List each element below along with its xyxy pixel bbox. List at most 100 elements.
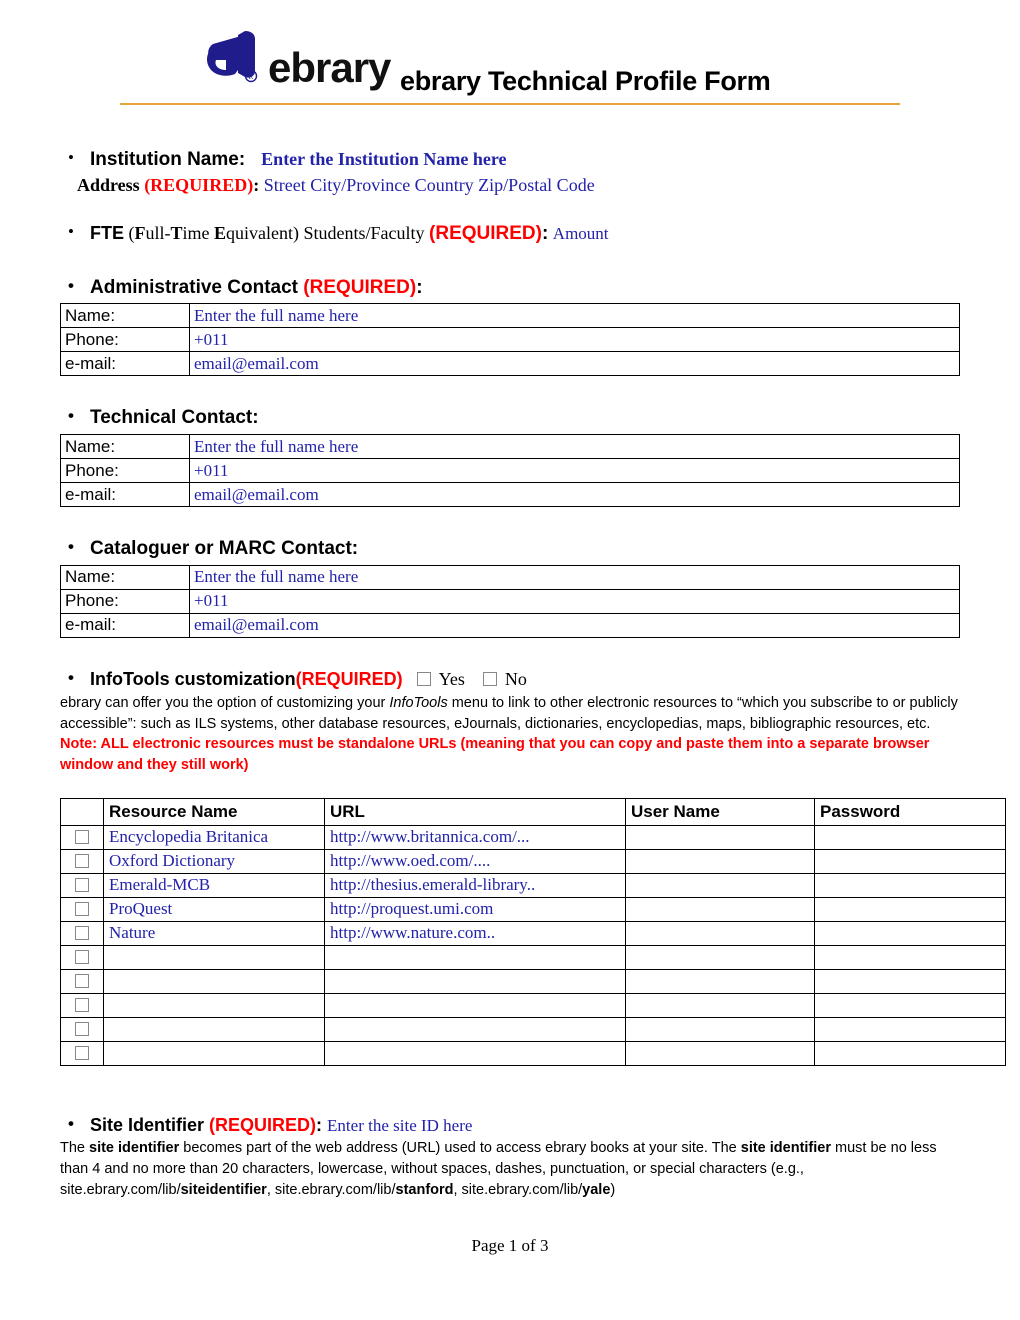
cataloguer-phone-value[interactable]: +011 bbox=[189, 588, 960, 614]
site-body-b2: site identifier bbox=[740, 1140, 831, 1157]
resource-row-checkbox[interactable] bbox=[75, 830, 89, 845]
table-row bbox=[60, 944, 1006, 970]
cataloguer-phone-label: Phone: bbox=[60, 588, 190, 614]
resource-password-cell[interactable] bbox=[814, 872, 1006, 898]
resource-row-checkbox[interactable] bbox=[75, 1046, 89, 1061]
resource-url-cell[interactable]: http://proquest.umi.com bbox=[324, 896, 626, 922]
resource-user-cell[interactable] bbox=[625, 968, 815, 994]
admin-phone-value[interactable]: +011 bbox=[189, 327, 960, 353]
resource-name-cell[interactable] bbox=[103, 992, 325, 1018]
resource-row-checkbox[interactable] bbox=[75, 854, 89, 869]
infotools-no-checkbox[interactable] bbox=[482, 672, 497, 686]
address-value[interactable]: Street City/Province Country Zip/Postal … bbox=[264, 175, 595, 195]
resource-url-cell[interactable]: http://www.nature.com.. bbox=[324, 920, 626, 946]
technical-name-label: Name: bbox=[60, 434, 190, 459]
admin-name-value[interactable]: Enter the full name here bbox=[189, 303, 960, 329]
technical-email-value[interactable]: email@email.com bbox=[189, 482, 960, 507]
table-row: Name: Enter the full name here bbox=[60, 434, 960, 459]
admin-phone-label: Phone: bbox=[60, 327, 190, 353]
resource-name-cell[interactable] bbox=[103, 968, 325, 994]
institution-name-value[interactable]: Enter the Institution Name here bbox=[261, 149, 506, 169]
resource-name-cell[interactable]: Encyclopedia Britanica bbox=[103, 824, 325, 850]
resource-password-cell[interactable] bbox=[814, 1016, 1006, 1042]
resource-user-cell[interactable] bbox=[625, 824, 815, 850]
technical-name-value[interactable]: Enter the full name here bbox=[189, 434, 960, 459]
site-identifier-value[interactable]: Enter the site ID here bbox=[327, 1116, 472, 1135]
page-header: R ebrary ebrary Technical Profile Form bbox=[60, 0, 960, 112]
resource-url-cell[interactable]: http://www.britannica.com/... bbox=[324, 824, 626, 850]
resource-url-cell[interactable]: http://thesius.emerald-library.. bbox=[324, 872, 626, 898]
resource-user-cell[interactable] bbox=[625, 1040, 815, 1066]
resource-password-cell[interactable] bbox=[814, 920, 1006, 946]
resource-user-cell[interactable] bbox=[625, 1016, 815, 1042]
admin-email-value[interactable]: email@email.com bbox=[189, 351, 960, 377]
resource-user-cell[interactable] bbox=[625, 872, 815, 898]
resource-name-cell[interactable]: Emerald-MCB bbox=[103, 872, 325, 898]
admin-contact-table: Name: Enter the full name here Phone: +0… bbox=[60, 303, 960, 377]
table-header-row: Resource Name URL User Name Password bbox=[60, 797, 1006, 826]
institution-address-line: Address (REQUIRED): Street City/Province… bbox=[60, 175, 960, 196]
address-colon: : bbox=[253, 174, 260, 195]
page-number: Page 1 of 3 bbox=[471, 1236, 549, 1255]
resource-name-cell[interactable] bbox=[103, 1040, 325, 1066]
table-row: e-mail: email@email.com bbox=[60, 482, 960, 507]
resource-user-cell[interactable] bbox=[625, 848, 815, 874]
resource-user-cell[interactable] bbox=[625, 992, 815, 1018]
resource-user-cell[interactable] bbox=[625, 920, 815, 946]
column-header-password: Password bbox=[814, 797, 1006, 826]
resource-name-cell[interactable]: ProQuest bbox=[103, 896, 325, 922]
resource-row-checkbox[interactable] bbox=[75, 926, 89, 941]
infotools-no-label: No bbox=[504, 668, 527, 689]
infotools-heading: InfoTools customization (REQUIRED) Yes N… bbox=[60, 667, 960, 691]
resource-url-cell[interactable]: http://www.oed.com/.... bbox=[324, 848, 626, 874]
resource-url-cell[interactable] bbox=[324, 1016, 626, 1042]
resource-password-cell[interactable] bbox=[814, 848, 1006, 874]
resource-password-cell[interactable] bbox=[814, 968, 1006, 994]
resource-row-checkbox-cell bbox=[60, 992, 104, 1018]
resource-url-cell[interactable] bbox=[324, 944, 626, 970]
resource-password-cell[interactable] bbox=[814, 992, 1006, 1018]
resource-name-cell[interactable] bbox=[103, 1016, 325, 1042]
resource-password-cell[interactable] bbox=[814, 896, 1006, 922]
technical-contact-heading: Technical Contact: bbox=[60, 405, 960, 430]
cataloguer-email-value[interactable]: email@email.com bbox=[189, 612, 960, 638]
table-row: e-mail: email@email.com bbox=[60, 351, 960, 377]
resource-name-cell[interactable]: Nature bbox=[103, 920, 325, 946]
resource-table-body: Encyclopedia Britanica http://www.britann… bbox=[60, 824, 1006, 1066]
infotools-menu-name: InfoTools bbox=[389, 695, 448, 712]
resource-password-cell[interactable] bbox=[814, 1040, 1006, 1066]
resource-name-cell[interactable]: Oxford Dictionary bbox=[103, 848, 325, 874]
technical-phone-value[interactable]: +011 bbox=[189, 458, 960, 483]
admin-contact-required-badge: (REQUIRED) bbox=[303, 276, 417, 298]
fte-expansion: (Full-Time Equivalent) Students/Faculty bbox=[124, 222, 430, 243]
site-body-b4: stanford bbox=[395, 1182, 454, 1199]
page-title: ebrary Technical Profile Form bbox=[400, 66, 771, 96]
resource-url-cell[interactable] bbox=[324, 968, 626, 994]
fte-amount-value[interactable]: Amount bbox=[553, 224, 609, 243]
resource-row-checkbox-cell bbox=[60, 872, 104, 898]
table-row bbox=[60, 968, 1006, 994]
site-identifier-colon: : bbox=[316, 1114, 323, 1135]
resource-url-cell[interactable] bbox=[324, 1040, 626, 1066]
resource-row-checkbox[interactable] bbox=[75, 950, 89, 965]
resource-row-checkbox[interactable] bbox=[75, 998, 89, 1013]
infotools-yes-checkbox[interactable] bbox=[416, 672, 431, 686]
resource-password-cell[interactable] bbox=[814, 944, 1006, 970]
table-row: ProQuest http://proquest.umi.com bbox=[60, 896, 1006, 922]
resource-user-cell[interactable] bbox=[625, 944, 815, 970]
infotools-note: Note: ALL electronic resources must be s… bbox=[60, 736, 930, 773]
site-identifier-heading-text: Site Identifier bbox=[90, 1114, 210, 1135]
header-divider bbox=[120, 103, 900, 105]
resource-user-cell[interactable] bbox=[625, 896, 815, 922]
fte-section: FTE (Full-Time Equivalent) Students/Facu… bbox=[60, 221, 960, 246]
resource-row-checkbox[interactable] bbox=[75, 1022, 89, 1037]
resource-password-cell[interactable] bbox=[814, 824, 1006, 850]
resource-name-cell[interactable] bbox=[103, 944, 325, 970]
resource-row-checkbox[interactable] bbox=[75, 878, 89, 893]
fte-colon: : bbox=[541, 222, 549, 244]
resource-url-cell[interactable] bbox=[324, 992, 626, 1018]
resource-row-checkbox[interactable] bbox=[75, 902, 89, 917]
cataloguer-contact-heading: Cataloguer or MARC Contact: bbox=[60, 536, 960, 561]
resource-row-checkbox[interactable] bbox=[75, 974, 89, 989]
cataloguer-name-value[interactable]: Enter the full name here bbox=[189, 564, 960, 590]
